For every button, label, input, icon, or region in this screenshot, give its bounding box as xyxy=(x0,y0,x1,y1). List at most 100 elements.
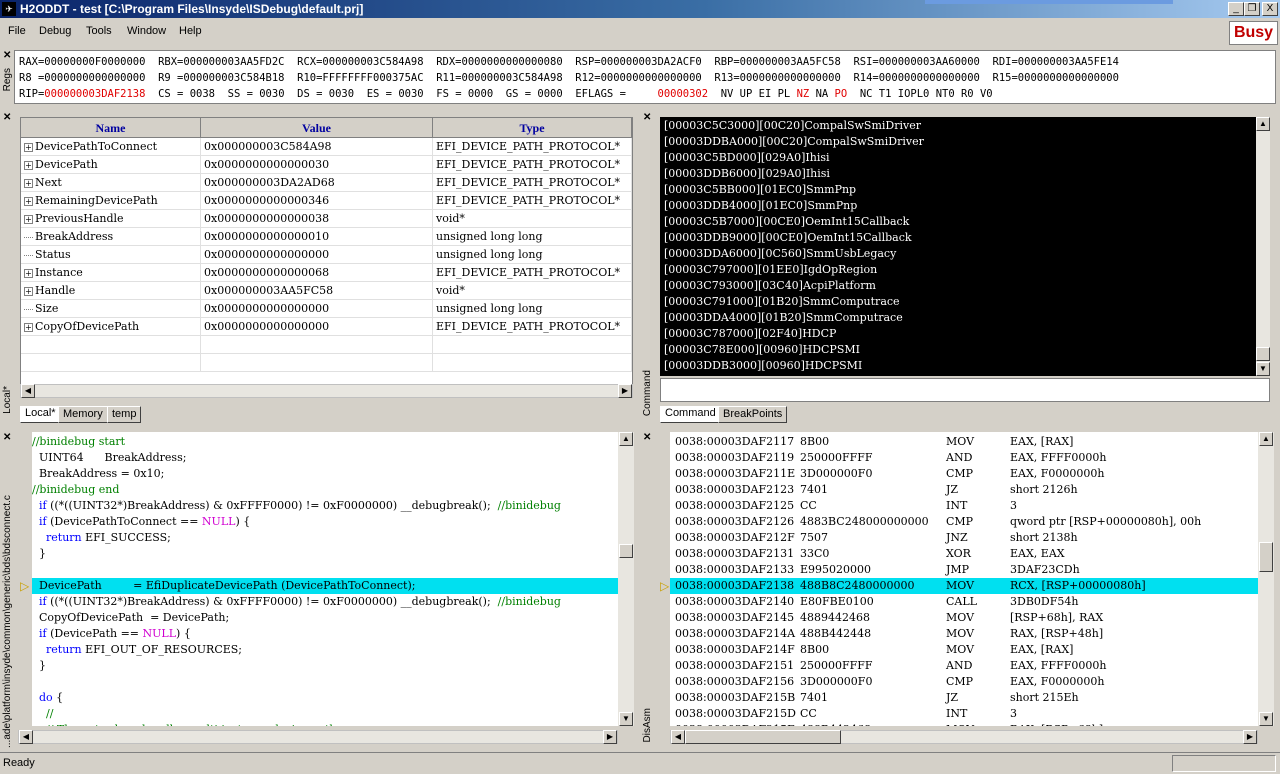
expand-icon[interactable]: + xyxy=(24,142,33,152)
expand-icon[interactable]: + xyxy=(24,322,33,332)
close-icon[interactable]: ✕ xyxy=(643,112,651,123)
scroll-right-icon[interactable]: ▶ xyxy=(603,730,617,744)
locals-row[interactable]: + CopyOfDevicePath 0x0000000000000000 EFI_D… xyxy=(21,318,632,336)
source-line[interactable]: //binidebug end xyxy=(32,482,618,498)
locals-row[interactable]: Status 0x0000000000000000 unsigned long lo… xyxy=(21,246,632,264)
scroll-up-icon[interactable]: ▲ xyxy=(1259,432,1273,446)
locals-row[interactable]: + Next 0x000000003DA2AD68 EFI_DEVICE_PATH_P… xyxy=(21,174,632,192)
source-line[interactable]: if (DevicePath == NULL) { xyxy=(32,626,618,642)
scroll-down-icon[interactable]: ▼ xyxy=(1259,712,1273,726)
locals-horizontal-scrollbar[interactable]: ◀ ▶ xyxy=(20,384,633,398)
scroll-thumb[interactable] xyxy=(1259,542,1273,572)
current-instruction-line[interactable]: 0038:00003DAF2138 488B8C2480000000 MOV RCX,… xyxy=(670,578,1258,594)
tab-command[interactable]: Command xyxy=(660,406,721,423)
source-line[interactable] xyxy=(32,674,618,690)
instruction-line[interactable]: 0038:00003DAF2125 CC INT 3 xyxy=(670,498,1258,514)
instruction-line[interactable]: 0038:00003DAF215D CC INT 3 xyxy=(670,706,1258,722)
disasm-vertical-scrollbar[interactable]: ▲ ▼ xyxy=(1258,432,1274,726)
scroll-right-icon[interactable]: ▶ xyxy=(1243,730,1257,744)
expand-icon[interactable]: + xyxy=(24,214,33,224)
source-line[interactable]: return EFI_OUT_OF_RESOURCES; xyxy=(32,642,618,658)
instruction-line[interactable]: 0038:00003DAF2119 250000FFFF AND EAX, FFFF0… xyxy=(670,450,1258,466)
tab-local[interactable]: Local* xyxy=(20,406,61,423)
current-source-line[interactable]: DevicePath = EfiDuplicateDevicePath (Dev… xyxy=(32,578,618,594)
instruction-line[interactable]: 0038:00003DAF212F 7507 JNZ short 2138h xyxy=(670,530,1258,546)
column-header-value[interactable]: Value xyxy=(201,118,433,138)
locals-row[interactable]: + DevicePathToConnect 0x000000003C584A98 EF… xyxy=(21,138,632,156)
column-header-type[interactable]: Type xyxy=(433,118,632,138)
instruction-line[interactable]: 0038:00003DAF2156 3D000000F0 CMP EAX, F0000… xyxy=(670,674,1258,690)
menu-help[interactable]: Help xyxy=(179,25,202,37)
source-line[interactable]: if (DevicePathToConnect == NULL) { xyxy=(32,514,618,530)
instruction-line[interactable]: 0038:00003DAF2131 33C0 XOR EAX, EAX xyxy=(670,546,1258,562)
source-line[interactable]: // xyxy=(32,706,618,722)
instruction-line[interactable]: 0038:00003DAF2123 7401 JZ short 2126h xyxy=(670,482,1258,498)
close-icon[interactable]: ✕ xyxy=(3,432,11,443)
column-header-name[interactable]: Name xyxy=(21,118,201,138)
source-code-view[interactable]: //binidebug start UINT64 BreakAddress; B… xyxy=(32,432,618,726)
expand-icon[interactable]: + xyxy=(24,178,33,188)
instruction-line[interactable]: 0038:00003DAF215B 7401 JZ short 215Eh xyxy=(670,690,1258,706)
command-input[interactable] xyxy=(660,378,1270,402)
minimize-button[interactable]: _ xyxy=(1228,2,1244,16)
instruction-line[interactable]: 0038:00003DAF2140 E80FBE0100 CALL 3DB0DF54h xyxy=(670,594,1258,610)
disasm-horizontal-scrollbar[interactable]: ◀ ▶ xyxy=(670,730,1258,744)
scroll-thumb[interactable] xyxy=(1256,347,1270,361)
instruction-line[interactable]: 0038:00003DAF215E 488B442468 MOV RAX, [RSP+… xyxy=(670,722,1258,726)
menu-debug[interactable]: Debug xyxy=(39,25,71,37)
scroll-thumb[interactable] xyxy=(685,730,841,744)
source-line[interactable]: if ((*((UINT32*)BreakAddress) & 0xFFFF00… xyxy=(32,498,618,514)
scroll-left-icon[interactable]: ◀ xyxy=(671,730,685,744)
instruction-line[interactable]: 0038:00003DAF2145 4889442468 MOV [RSP+68h],… xyxy=(670,610,1258,626)
source-line[interactable]: //binidebug start xyxy=(32,434,618,450)
source-line[interactable]: UINT64 BreakAddress; xyxy=(32,450,618,466)
instruction-line[interactable]: 0038:00003DAF2117 8B00 MOV EAX, [RAX] xyxy=(670,434,1258,450)
source-line[interactable]: return EFI_SUCCESS; xyxy=(32,530,618,546)
close-icon[interactable]: ✕ xyxy=(3,112,11,123)
instruction-line[interactable]: 0038:00003DAF2126 4883BC248000000000 CMP qw… xyxy=(670,514,1258,530)
locals-row[interactable] xyxy=(21,336,632,354)
scroll-down-icon[interactable]: ▼ xyxy=(1256,362,1270,376)
source-line[interactable]: if ((*((UINT32*)BreakAddress) & 0xFFFF00… xyxy=(32,594,618,610)
source-line[interactable] xyxy=(32,562,618,578)
source-horizontal-scrollbar[interactable]: ◀ ▶ xyxy=(18,730,618,744)
scroll-thumb[interactable] xyxy=(619,544,633,558)
source-line[interactable]: CopyOfDevicePath = DevicePath; xyxy=(32,610,618,626)
instruction-line[interactable]: 0038:00003DAF2133 E995020000 JMP 3DAF23CDh xyxy=(670,562,1258,578)
scroll-up-icon[interactable]: ▲ xyxy=(619,432,633,446)
disassembly-view[interactable]: 0038:00003DAF2117 8B00 MOV EAX, [RAX] 0038:0… xyxy=(670,432,1258,726)
scroll-left-icon[interactable]: ◀ xyxy=(21,384,35,398)
source-line[interactable]: // The outer loop handles multi instance… xyxy=(32,722,618,726)
close-button[interactable]: X xyxy=(1262,2,1278,16)
tab-breakpoints[interactable]: BreakPoints xyxy=(718,406,788,423)
instruction-line[interactable]: 0038:00003DAF214A 488B442448 MOV RAX, [RSP+… xyxy=(670,626,1258,642)
expand-icon[interactable]: + xyxy=(24,160,33,170)
source-line[interactable]: } xyxy=(32,658,618,674)
menu-file[interactable]: File xyxy=(8,25,26,37)
instruction-line[interactable]: 0038:00003DAF211E 3D000000F0 CMP EAX, F0000… xyxy=(670,466,1258,482)
scroll-right-icon[interactable]: ▶ xyxy=(618,384,632,398)
locals-row[interactable]: + DevicePath 0x0000000000000030 EFI_DEVICE_… xyxy=(21,156,632,174)
locals-row[interactable]: + RemainingDevicePath 0x0000000000000346 EF… xyxy=(21,192,632,210)
menu-window[interactable]: Window xyxy=(127,25,166,37)
instruction-line[interactable]: 0038:00003DAF2151 250000FFFF AND EAX, FFFF0… xyxy=(670,658,1258,674)
scroll-down-icon[interactable]: ▼ xyxy=(619,712,633,726)
locals-row[interactable]: Size 0x0000000000000000 unsigned long long xyxy=(21,300,632,318)
scroll-up-icon[interactable]: ▲ xyxy=(1256,117,1270,131)
close-icon[interactable]: ✕ xyxy=(3,50,11,61)
expand-icon[interactable]: + xyxy=(24,286,33,296)
source-line[interactable]: } xyxy=(32,546,618,562)
locals-row[interactable]: BreakAddress 0x0000000000000010 unsigned l… xyxy=(21,228,632,246)
scroll-left-icon[interactable]: ◀ xyxy=(19,730,33,744)
close-icon[interactable]: ✕ xyxy=(643,432,651,443)
expand-icon[interactable]: + xyxy=(24,268,33,278)
tab-temp[interactable]: temp xyxy=(107,406,142,423)
restore-button[interactable]: ❐ xyxy=(1244,2,1260,16)
menu-tools[interactable]: Tools xyxy=(86,25,112,37)
source-vertical-scrollbar[interactable]: ▲ ▼ xyxy=(618,432,634,726)
command-vertical-scrollbar[interactable]: ▲ ▼ xyxy=(1256,117,1270,376)
locals-row[interactable]: + Handle 0x000000003AA5FC58 void* xyxy=(21,282,632,300)
expand-icon[interactable]: + xyxy=(24,196,33,206)
tab-memory[interactable]: Memory xyxy=(58,406,108,423)
instruction-line[interactable]: 0038:00003DAF214F 8B00 MOV EAX, [RAX] xyxy=(670,642,1258,658)
